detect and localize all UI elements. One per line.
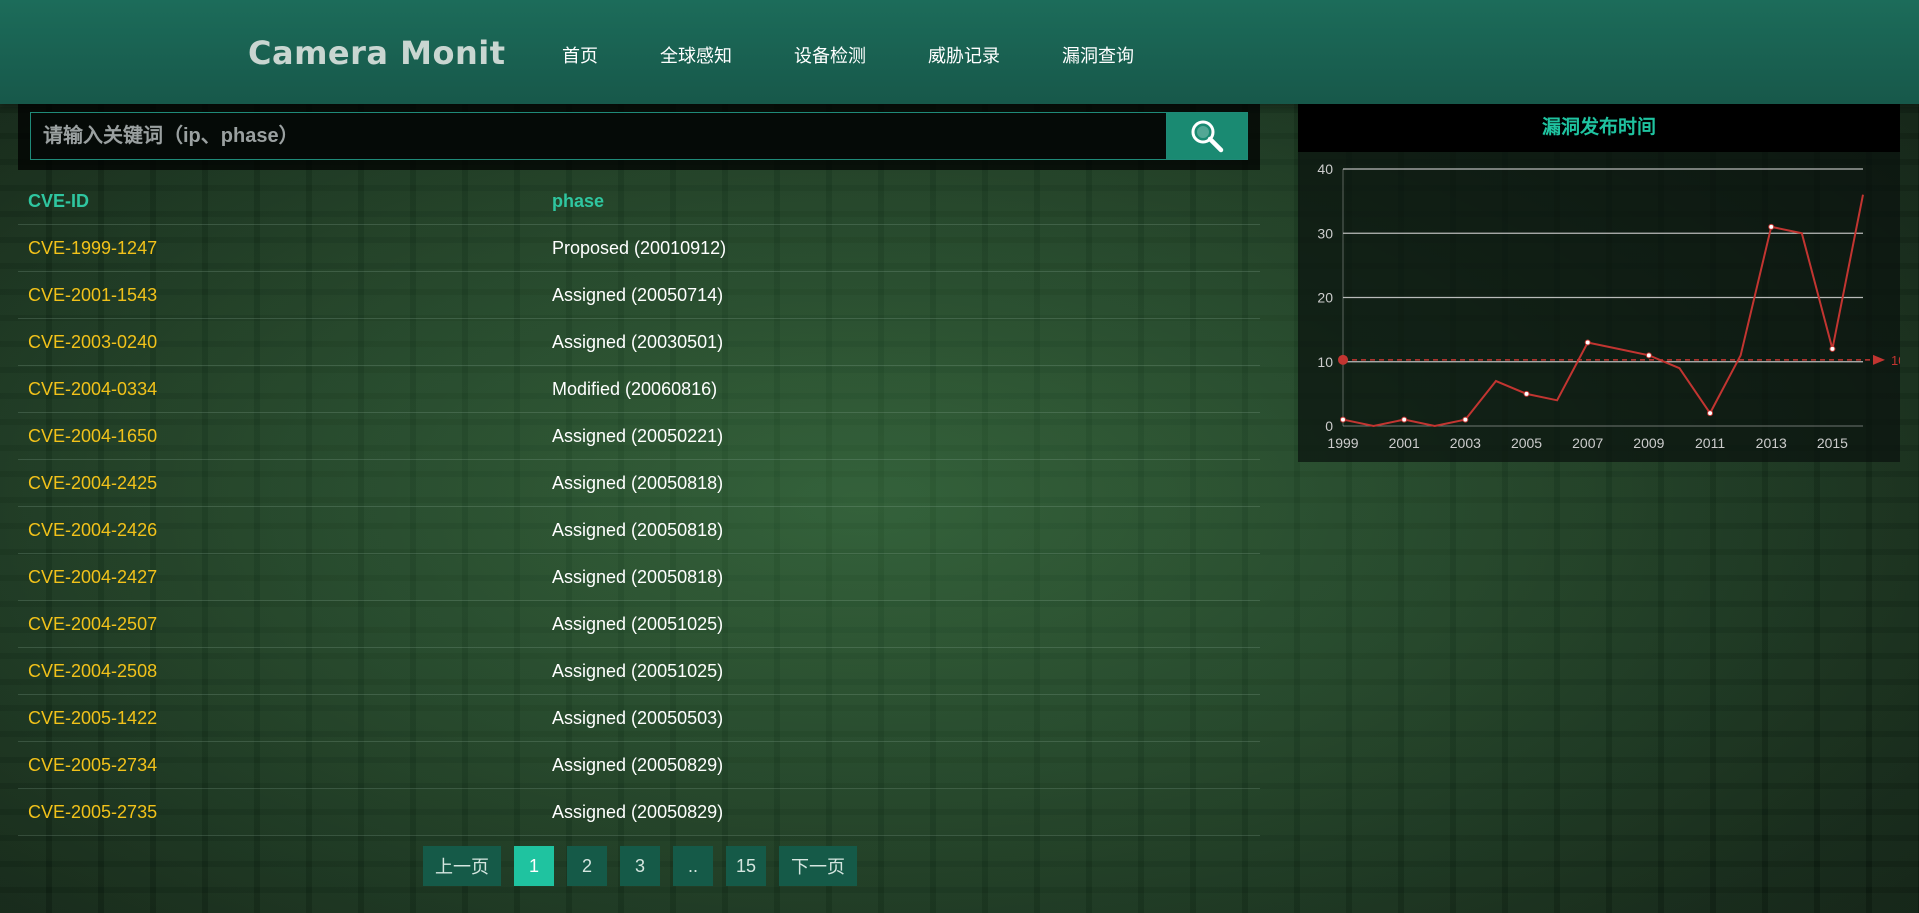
x-tick-label: 2011	[1695, 435, 1725, 451]
cve-id-link[interactable]: CVE-2004-2507	[18, 614, 552, 635]
cve-id-link[interactable]: CVE-2005-2735	[18, 802, 552, 823]
cve-id-link[interactable]: CVE-2004-2427	[18, 567, 552, 588]
x-tick-label: 2003	[1450, 435, 1481, 451]
cve-id-link[interactable]: CVE-2004-2508	[18, 661, 552, 682]
phase-cell: Assigned (20050829)	[552, 754, 724, 775]
phase-cell: Assigned (20050818)	[552, 566, 724, 587]
nav-item-global-awareness[interactable]: 全球感知	[660, 42, 732, 68]
search-bar	[18, 104, 1260, 170]
table-row[interactable]: CVE-2005-2734 Assigned (20050829)	[18, 742, 1260, 789]
phase-cell: Assigned (20050714)	[552, 284, 724, 305]
cve-id-link[interactable]: CVE-2004-1650	[18, 426, 552, 447]
table-header-row: CVE-ID phase	[18, 178, 1260, 225]
table-row[interactable]: CVE-2004-2507 Assigned (20051025)	[18, 601, 1260, 648]
table-row[interactable]: CVE-2004-1650 Assigned (20050221)	[18, 413, 1260, 460]
cve-id-link[interactable]: CVE-1999-1247	[18, 238, 552, 259]
y-tick-label: 20	[1317, 290, 1333, 306]
phase-cell: Assigned (20050829)	[552, 801, 724, 822]
series-line	[1342, 194, 1864, 428]
column-header-phase: phase	[552, 190, 605, 211]
phase-cell: Modified (20060816)	[552, 378, 718, 399]
phase-cell: Proposed (20010912)	[552, 237, 727, 258]
data-point	[1829, 345, 1836, 352]
vulnerability-release-chart: 0 10 20 30 40 1999 2001 2003 2005 2007 2009 2011 201…	[1317, 161, 1900, 451]
cve-id-link[interactable]: CVE-2005-2734	[18, 755, 552, 776]
search-icon	[1191, 120, 1224, 153]
pagination: 上一页 1 2 3.. 15 下一页	[423, 846, 870, 886]
table-row[interactable]: CVE-2004-2508 Assigned (20051025)	[18, 648, 1260, 695]
data-point	[1401, 416, 1408, 423]
column-header-cve-id: CVE-ID	[28, 190, 90, 211]
x-tick-label: 2007	[1572, 435, 1603, 451]
cve-id-link[interactable]: CVE-2005-1422	[18, 708, 552, 729]
data-point	[1462, 416, 1469, 423]
nav-item-device-detection[interactable]: 设备检测	[794, 42, 866, 68]
y-tick-label: 40	[1317, 161, 1333, 177]
y-tick-label: 0	[1325, 418, 1333, 434]
table-row[interactable]: CVE-2004-0334 Modified (20060816)	[18, 366, 1260, 413]
cve-id-link[interactable]: CVE-2003-0240	[18, 332, 552, 353]
table-row[interactable]: CVE-2001-1543 Assigned (20050714)	[18, 272, 1260, 319]
x-tick-label: 2013	[1756, 435, 1787, 451]
top-navigation-bar: Camera Monit 首页 全球感知 设备检测 威胁记录 漏洞查询	[0, 0, 1919, 104]
table-row[interactable]: CVE-2004-2427 Assigned (20050818)	[18, 554, 1260, 601]
x-tick-label: 2015	[1817, 435, 1848, 451]
table-row[interactable]: CVE-2003-0240 Assigned (20030501)	[18, 319, 1260, 366]
cve-id-link[interactable]: CVE-2004-2425	[18, 473, 552, 494]
cve-id-link[interactable]: CVE-2001-1543	[18, 285, 552, 306]
table-row[interactable]: CVE-2004-2426 Assigned (20050818)	[18, 507, 1260, 554]
app-logo: Camera Monit	[248, 34, 506, 72]
data-point	[1523, 390, 1530, 397]
table-row[interactable]: CVE-2005-1422 Assigned (20050503)	[18, 695, 1260, 742]
page-button[interactable]: 1	[514, 846, 554, 886]
page-button[interactable]: 2	[567, 846, 607, 886]
page-button[interactable]: ..	[673, 846, 713, 886]
average-line-label: 10.3	[1891, 353, 1900, 368]
table-row[interactable]: CVE-2004-2425 Assigned (20050818)	[18, 460, 1260, 507]
data-point	[1768, 223, 1775, 230]
x-tick-label: 2005	[1511, 435, 1542, 451]
data-point	[1707, 410, 1714, 417]
phase-cell: Assigned (20051025)	[552, 613, 724, 634]
phase-cell: Assigned (20050818)	[552, 472, 724, 493]
phase-cell: Assigned (20050221)	[552, 425, 724, 446]
chart-panel: 漏洞发布时间 0 10 20 30 40 1999 2001 2003 2005 2007 2009…	[1298, 104, 1900, 462]
cve-id-link[interactable]: CVE-2004-0334	[18, 379, 552, 400]
y-tick-label: 30	[1317, 225, 1333, 241]
nav-item-vulnerability-search[interactable]: 漏洞查询	[1062, 42, 1134, 68]
phase-cell: Assigned (20051025)	[552, 660, 724, 681]
main-nav: 首页 全球感知 设备检测 威胁记录 漏洞查询	[562, 42, 1196, 68]
table-row[interactable]: CVE-2005-2735 Assigned (20050829)	[18, 789, 1260, 836]
cve-table: CVE-ID phase CVE-1999-1247 Proposed (2001…	[18, 178, 1260, 836]
x-tick-label: 1999	[1327, 435, 1358, 451]
phase-cell: Assigned (20050503)	[552, 707, 724, 728]
x-tick-label: 2001	[1389, 435, 1420, 451]
x-tick-label: 2009	[1633, 435, 1664, 451]
data-point	[1645, 352, 1652, 359]
phase-cell: Assigned (20030501)	[552, 331, 724, 352]
phase-cell: Assigned (20050818)	[552, 519, 724, 540]
nav-item-threat-records[interactable]: 威胁记录	[928, 42, 1000, 68]
next-page-button[interactable]: 下一页	[779, 846, 857, 886]
search-input[interactable]	[30, 112, 1166, 160]
search-button[interactable]	[1166, 112, 1248, 160]
cve-id-link[interactable]: CVE-2004-2426	[18, 520, 552, 541]
page-button[interactable]: 3	[620, 846, 660, 886]
page-button[interactable]: 15	[726, 846, 766, 886]
data-point	[1340, 416, 1346, 423]
prev-page-button[interactable]: 上一页	[423, 846, 501, 886]
data-point	[1584, 339, 1591, 346]
nav-item-home[interactable]: 首页	[562, 42, 598, 68]
average-line-arrow	[1873, 354, 1885, 365]
y-tick-label: 10	[1317, 354, 1333, 370]
table-row[interactable]: CVE-1999-1247 Proposed (20010912)	[18, 225, 1260, 272]
